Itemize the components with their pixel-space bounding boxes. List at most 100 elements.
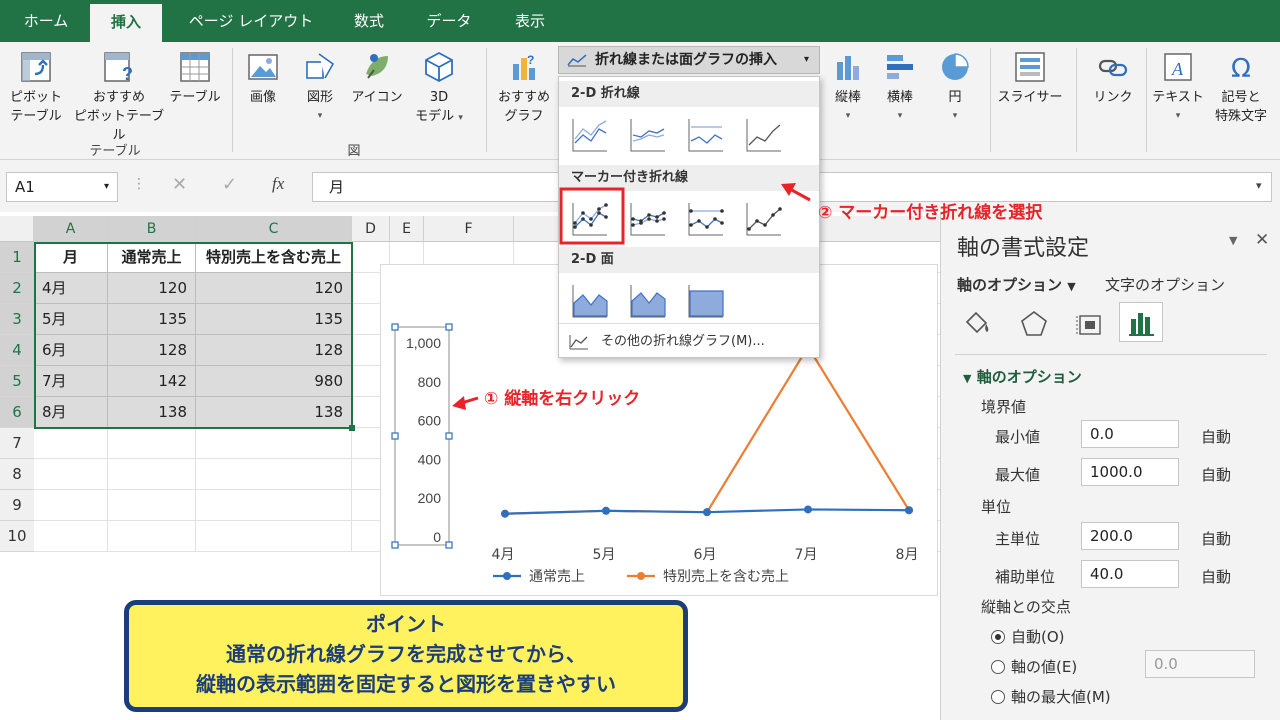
data-point[interactable] <box>602 506 610 515</box>
axis-options-section[interactable]: ▼ 軸のオプション <box>963 366 1082 387</box>
empty-cell[interactable] <box>108 459 196 490</box>
row-header[interactable]: 1 <box>0 242 34 273</box>
axis-options-tab-active[interactable] <box>1119 302 1163 342</box>
empty-cell[interactable] <box>108 428 196 459</box>
effects-pentagon-icon[interactable] <box>1017 308 1051 338</box>
empty-cell[interactable] <box>196 428 352 459</box>
recommended-pivot-button[interactable]: ? おすすめ ピボットテーブル <box>70 50 168 145</box>
data-point[interactable] <box>804 505 812 514</box>
pane-options-chevron-icon[interactable]: ▼ <box>1229 234 1237 247</box>
line-icon[interactable] <box>569 115 611 157</box>
data-point[interactable] <box>501 509 509 518</box>
minimum-auto-button[interactable]: 自動 <box>1201 426 1231 447</box>
major-unit-auto-button[interactable]: 自動 <box>1201 528 1231 549</box>
tab-home[interactable]: ホーム <box>8 0 84 42</box>
empty-cell[interactable] <box>108 490 196 521</box>
row-header[interactable]: 6 <box>0 397 34 428</box>
minimum-input[interactable]: 0.0 <box>1081 420 1179 448</box>
row-header[interactable]: 8 <box>0 459 34 490</box>
empty-cell[interactable] <box>108 521 196 552</box>
stacked-area-icon[interactable] <box>627 281 669 323</box>
data-point[interactable] <box>905 506 913 515</box>
empty-cell[interactable] <box>196 490 352 521</box>
recommended-chart-button[interactable]: ? おすすめ グラフ <box>494 50 554 126</box>
symbol-button[interactable]: Ω 記号と 特殊文字 <box>1206 50 1276 126</box>
stacked-line-icon[interactable] <box>627 115 669 157</box>
selection-handle[interactable] <box>391 432 399 440</box>
shapes-button[interactable]: 図形 ▾ <box>294 50 346 126</box>
row-header[interactable]: 9 <box>0 490 34 521</box>
select-all-corner[interactable] <box>0 216 34 242</box>
tab-insert[interactable]: 挿入 <box>90 4 162 42</box>
fill-line-icon[interactable] <box>961 308 995 338</box>
image-button[interactable]: 画像 <box>238 50 288 107</box>
text-button[interactable]: A テキスト ▾ <box>1150 50 1206 126</box>
row-header[interactable]: 2 <box>0 273 34 304</box>
empty-cell[interactable] <box>34 521 108 552</box>
area-icon[interactable] <box>569 281 611 323</box>
series-line-1[interactable] <box>504 344 910 515</box>
selection-handle[interactable] <box>445 541 453 549</box>
tab-view[interactable]: 表示 <box>494 0 566 42</box>
column-header-e[interactable]: E <box>390 216 424 242</box>
3d-line-icon[interactable] <box>743 115 785 157</box>
row-header[interactable]: 4 <box>0 335 34 366</box>
icons-button[interactable]: アイコン <box>348 50 406 107</box>
fill-handle[interactable] <box>349 425 355 431</box>
line-with-markers-icon[interactable] <box>569 199 611 241</box>
crosses-value-input[interactable]: 0.0 <box>1145 650 1255 678</box>
bar-chart-button[interactable]: 横棒 ▾ <box>876 50 924 126</box>
stacked-line-markers-icon[interactable] <box>627 199 669 241</box>
close-icon[interactable]: ✕ <box>1255 230 1269 250</box>
radio-icon[interactable] <box>991 690 1005 704</box>
insert-line-chart-button[interactable]: 折れ線または面グラフの挿入 ▾ <box>558 46 820 74</box>
empty-cell[interactable] <box>34 428 108 459</box>
100-stacked-line-markers-icon[interactable] <box>685 199 727 241</box>
radio-icon[interactable] <box>991 660 1005 674</box>
selection-handle[interactable] <box>391 323 399 331</box>
major-unit-input[interactable]: 200.0 <box>1081 522 1179 550</box>
data-point[interactable] <box>703 508 711 517</box>
scatter-line-icon[interactable] <box>743 199 785 241</box>
chevron-down-icon[interactable]: ▾ <box>1256 179 1262 192</box>
table-button[interactable]: テーブル <box>166 50 224 107</box>
100-stacked-line-icon[interactable] <box>685 115 727 157</box>
row-header[interactable]: 3 <box>0 304 34 335</box>
minor-unit-input[interactable]: 40.0 <box>1081 560 1179 588</box>
maximum-auto-button[interactable]: 自動 <box>1201 464 1231 485</box>
link-button[interactable]: リンク <box>1086 50 1140 107</box>
column-header-b[interactable]: B <box>108 216 196 242</box>
tab-page-layout[interactable]: ページ レイアウト <box>180 0 322 42</box>
tab-formulas[interactable]: 数式 <box>334 0 404 42</box>
chevron-down-icon[interactable]: ▾ <box>104 173 109 201</box>
column-header-d[interactable]: D <box>352 216 390 242</box>
pie-chart-button[interactable]: 円 ▾ <box>932 50 978 126</box>
column-chart-button[interactable]: 縦棒 ▾ <box>824 50 872 126</box>
crosses-max-option[interactable]: 軸の最大値(M) <box>991 686 1111 707</box>
empty-cell[interactable] <box>34 490 108 521</box>
column-header-a[interactable]: A <box>34 216 108 242</box>
crosses-value-option[interactable]: 軸の値(E) <box>991 656 1077 677</box>
column-header-c[interactable]: C <box>196 216 352 242</box>
row-header[interactable]: 7 <box>0 428 34 459</box>
check-icon[interactable]: ✓ <box>222 174 237 195</box>
cancel-icon[interactable]: ✕ <box>172 174 187 195</box>
function-icon[interactable]: fx <box>272 174 284 194</box>
100-stacked-area-icon[interactable] <box>685 281 727 323</box>
column-header-f[interactable]: F <box>424 216 514 242</box>
minor-unit-auto-button[interactable]: 自動 <box>1201 566 1231 587</box>
tab-data[interactable]: データ <box>414 0 484 42</box>
name-box[interactable]: A1 ▾ <box>6 172 118 202</box>
slicer-button[interactable]: スライサー <box>994 50 1066 107</box>
tab-text-options[interactable]: 文字のオプション <box>1105 274 1225 295</box>
radio-selected-icon[interactable] <box>991 630 1005 644</box>
selection-handle[interactable] <box>445 432 453 440</box>
crosses-auto-option[interactable]: 自動(O) <box>991 626 1065 647</box>
3d-model-button[interactable]: 3D モデル ▾ <box>408 50 470 128</box>
more-line-charts-link[interactable]: その他の折れ線グラフ(M)... <box>567 329 815 355</box>
size-properties-icon[interactable] <box>1073 308 1107 338</box>
empty-cell[interactable] <box>196 521 352 552</box>
tab-axis-options[interactable]: 軸のオプション ▼ <box>957 274 1076 295</box>
vertical-axis-selection[interactable] <box>394 326 450 546</box>
pivot-table-button[interactable]: ピボット テーブル <box>6 50 66 126</box>
